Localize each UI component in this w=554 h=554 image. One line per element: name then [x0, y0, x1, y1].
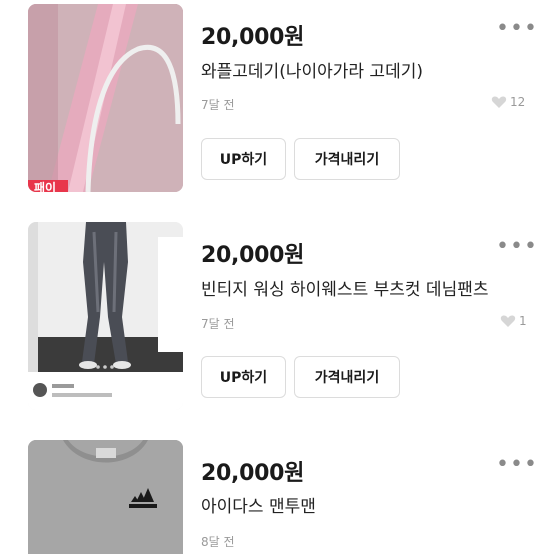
like-count: 12 — [491, 95, 525, 109]
product-price: 20,000원 — [201, 25, 305, 50]
like-count: 1 — [500, 314, 527, 328]
posted-time: 7달 전 — [201, 98, 235, 112]
denim-pants-photo — [28, 222, 183, 410]
posted-time: 7달 전 — [201, 317, 235, 331]
more-dots-icon[interactable]: ••• — [496, 18, 538, 40]
product-thumbnail[interactable]: 패이 — [28, 4, 183, 192]
more-dots-icon[interactable]: ••• — [496, 454, 538, 476]
up-button[interactable]: UP하기 — [201, 138, 286, 180]
heart-icon — [500, 315, 516, 327]
like-count-value: 1 — [519, 314, 527, 328]
product-price: 20,000원 — [201, 461, 305, 486]
more-dots-icon[interactable]: ••• — [496, 236, 538, 258]
heart-icon — [491, 96, 507, 108]
product-title: 빈티지 워싱 하이웨스트 부츠컷 데님팬츠 — [201, 280, 489, 300]
curling-iron-photo: 패이 — [28, 4, 183, 192]
posted-time: 8달 전 — [201, 535, 235, 549]
sweatshirt-photo — [28, 440, 183, 554]
product-thumbnail[interactable] — [28, 440, 183, 554]
like-count-value: 12 — [510, 95, 526, 109]
product-thumbnail[interactable] — [28, 222, 183, 410]
product-title: 와플고데기(나이아가라 고데기) — [201, 62, 423, 82]
thumb-badge: 패이 — [34, 180, 56, 192]
price-down-button[interactable]: 가격내리기 — [294, 356, 400, 398]
price-down-button[interactable]: 가격내리기 — [294, 138, 400, 180]
up-button[interactable]: UP하기 — [201, 356, 286, 398]
product-title: 아이다스 맨투맨 — [201, 497, 316, 517]
product-price: 20,000원 — [201, 243, 305, 268]
